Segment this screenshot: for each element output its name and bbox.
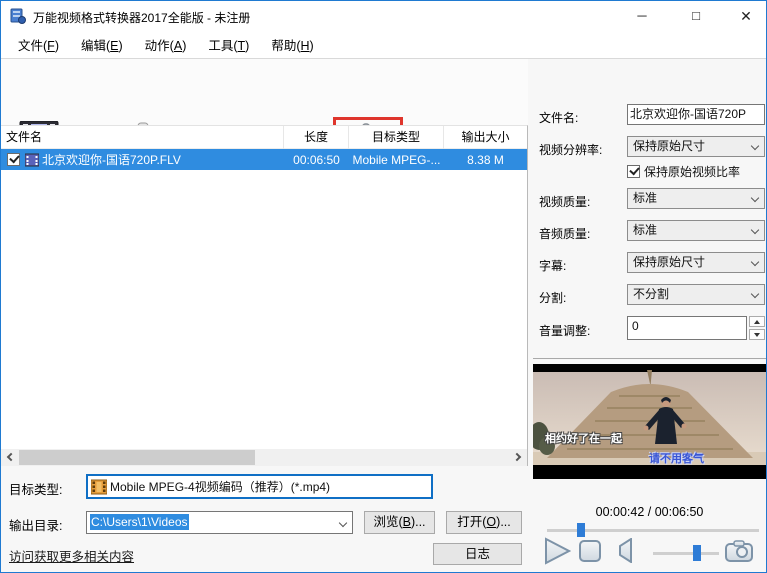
seek-handle[interactable] <box>577 523 585 537</box>
title-bar: 万能视频格式转换器2017全能版 - 未注册 ─ □ ✕ <box>1 1 766 31</box>
filename-input[interactable]: 北京欢迎你-国语720P <box>627 104 765 125</box>
table-row[interactable]: 北京欢迎你-国语720P.FLV 00:06:50 Mobile MPEG-..… <box>1 149 527 170</box>
app-window: 万能视频格式转换器2017全能版 - 未注册 ─ □ ✕ 文件(F) 编辑(E)… <box>0 0 767 573</box>
toolbar <box>1 59 528 125</box>
output-dir-combo[interactable]: C:\Users\1\Videos <box>86 511 353 534</box>
target-type-combo[interactable]: Mobile MPEG-4视频编码（推荐）(*.mp4) <box>86 474 433 499</box>
target-type-value: Mobile MPEG-4视频编码（推荐）(*.mp4) <box>110 478 330 495</box>
scroll-right-icon[interactable] <box>510 449 527 466</box>
resolution-select[interactable]: 保持原始尺寸 <box>627 136 765 157</box>
column-header-target-type[interactable]: 目标类型 <box>349 126 444 149</box>
chevron-down-icon <box>339 519 347 527</box>
panel-separator <box>533 358 766 359</box>
chevron-down-icon <box>751 258 759 266</box>
video-file-icon <box>25 153 39 167</box>
row-filename: 北京欢迎你-国语720P.FLV <box>42 151 181 168</box>
output-bar: 目标类型: Mobile MPEG-4视频编码（推荐）(*.mp4) 输出目录:… <box>1 468 528 568</box>
volume-label: 音量调整: <box>539 322 590 339</box>
chevron-down-icon <box>751 194 759 202</box>
chevron-down-icon <box>751 226 759 234</box>
volume-slider[interactable] <box>653 545 719 561</box>
video-preview: 相约好了在一起 请不用客气 <box>533 364 766 479</box>
browse-button[interactable]: 浏览(B)... <box>364 511 435 534</box>
menu-action[interactable]: 动作(A) <box>134 31 198 58</box>
minimize-button[interactable]: ─ <box>619 1 665 31</box>
close-button[interactable]: ✕ <box>723 1 767 31</box>
file-list-header: 文件名 长度 目标类型 输出大小 <box>1 126 527 149</box>
column-header-output-size[interactable]: 输出大小 <box>444 126 527 149</box>
target-type-label: 目标类型: <box>9 479 62 498</box>
speaker-icon[interactable] <box>615 538 633 563</box>
karaoke-subtitle-line1: 相约好了在一起 <box>545 430 622 446</box>
maximize-button[interactable]: □ <box>673 1 719 31</box>
subtitle-select[interactable]: 保持原始尺寸 <box>627 252 765 273</box>
video-quality-select[interactable]: 标准 <box>627 188 765 209</box>
play-button[interactable] <box>543 537 571 565</box>
menu-help[interactable]: 帮助(H) <box>260 31 324 58</box>
chevron-down-icon <box>751 142 759 150</box>
scrollbar-thumb[interactable] <box>19 450 255 465</box>
stop-playback-button[interactable] <box>579 540 601 562</box>
spin-down-icon[interactable] <box>749 329 765 340</box>
output-dir-value: C:\Users\1\Videos <box>90 514 189 530</box>
snapshot-camera-icon[interactable] <box>725 540 753 562</box>
output-dir-label: 输出目录: <box>9 515 62 534</box>
volume-handle[interactable] <box>693 545 701 561</box>
open-button[interactable]: 打开(O)... <box>446 511 522 534</box>
app-icon <box>10 8 26 24</box>
keep-aspect-row: 保持原始视频比率 <box>627 163 740 180</box>
settings-panel: 文件名: 北京欢迎你-国语720P 视频分辨率: 保持原始尺寸 保持原始视频比率… <box>531 59 767 568</box>
menu-file[interactable]: 文件(F) <box>7 31 70 58</box>
scroll-left-icon[interactable] <box>1 449 18 466</box>
column-header-duration[interactable]: 长度 <box>284 126 349 149</box>
column-header-filename[interactable]: 文件名 <box>1 126 284 149</box>
keep-aspect-checkbox[interactable] <box>627 165 640 178</box>
file-list: 文件名 长度 目标类型 输出大小 北京欢迎你-国语720P.FLV 00:06:… <box>1 125 528 466</box>
menu-tools[interactable]: 工具(T) <box>197 31 260 58</box>
split-select[interactable]: 不分割 <box>627 284 765 305</box>
resolution-label: 视频分辨率: <box>539 141 602 158</box>
volume-input[interactable]: 0 <box>627 316 747 340</box>
audio-quality-select[interactable]: 标准 <box>627 220 765 241</box>
row-checkbox[interactable] <box>7 153 20 166</box>
time-display: 00:00:42 / 00:06:50 <box>531 505 767 519</box>
split-label: 分割: <box>539 289 566 306</box>
horizontal-scrollbar[interactable] <box>1 449 527 466</box>
row-duration: 00:06:50 <box>284 153 349 167</box>
more-content-link[interactable]: 访问获取更多相关内容 <box>9 546 134 565</box>
volume-spinner <box>749 316 765 340</box>
volume-track[interactable] <box>653 552 719 555</box>
video-quality-label: 视频质量: <box>539 193 590 210</box>
row-output-size: 8.38 M <box>444 153 527 167</box>
format-filmstrip-icon <box>91 479 107 495</box>
spin-up-icon[interactable] <box>749 316 765 327</box>
filename-label: 文件名: <box>539 109 578 126</box>
audio-quality-label: 音频质量: <box>539 225 590 242</box>
subtitle-label: 字幕: <box>539 257 566 274</box>
chevron-down-icon <box>751 290 759 298</box>
log-button[interactable]: 日志 <box>433 543 522 565</box>
menu-bar: 文件(F) 编辑(E) 动作(A) 工具(T) 帮助(H) <box>1 31 766 58</box>
window-title: 万能视频格式转换器2017全能版 - 未注册 <box>33 9 250 26</box>
row-target-type: Mobile MPEG-... <box>349 153 444 167</box>
karaoke-subtitle-line2: 请不用客气 <box>649 450 704 466</box>
menu-edit[interactable]: 编辑(E) <box>70 31 134 58</box>
seek-slider[interactable] <box>547 523 759 537</box>
keep-aspect-label: 保持原始视频比率 <box>644 163 740 180</box>
